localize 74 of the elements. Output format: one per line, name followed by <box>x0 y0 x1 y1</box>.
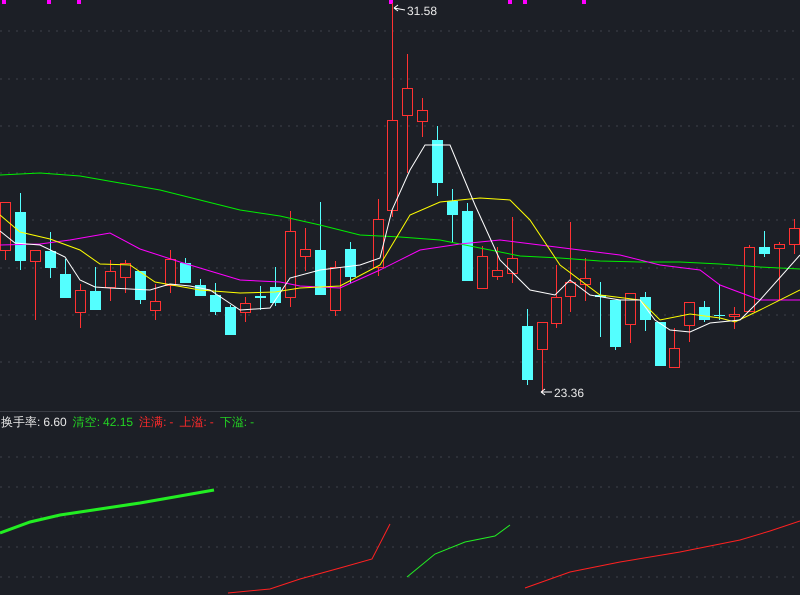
candlestick-icon <box>640 292 651 332</box>
indicator-value: 42.15 <box>103 414 134 431</box>
candlestick-icon <box>759 230 770 258</box>
candlestick-icon <box>30 250 41 320</box>
candlestick-icon <box>537 322 548 392</box>
candlestick-icon <box>15 192 26 270</box>
candlestick-icon <box>699 300 710 322</box>
candlestick-icon <box>0 202 11 260</box>
indicator-value: - <box>210 414 214 431</box>
candlestick-icon <box>684 302 695 342</box>
indicator-label: 换手率: <box>1 414 40 431</box>
candlestick-icon <box>714 284 725 320</box>
indicator-label: 下溢: <box>220 414 248 431</box>
candlestick-icon <box>402 54 413 174</box>
high-price-label: 31.58 <box>407 4 438 18</box>
low-price-label: 23.36 <box>554 386 584 400</box>
marker-icon <box>508 0 512 4</box>
candlestick-icon <box>285 210 296 308</box>
candlestick-icon <box>255 286 266 310</box>
candlestick-icon <box>625 292 636 344</box>
candlestick-icon <box>492 246 503 280</box>
candlestick-icon <box>270 266 281 306</box>
candlestick-icon <box>45 232 56 278</box>
candlestick-icon <box>729 306 740 330</box>
candlestick-icon <box>240 296 251 322</box>
indicator-value: - <box>169 414 174 431</box>
candlestick-icon <box>565 222 576 312</box>
candlestick-icon <box>655 322 666 366</box>
marker-icon <box>77 0 81 4</box>
candlestick-icon <box>580 258 591 302</box>
marker-icon <box>389 0 393 4</box>
candlestick-icon <box>595 282 606 338</box>
candlestick-icon <box>90 266 101 310</box>
candlestick-icon <box>75 284 86 328</box>
candlestick-icon <box>330 260 341 316</box>
marker-icon <box>523 0 527 4</box>
candlestick-icon <box>551 264 562 328</box>
candlestick-icon <box>432 126 443 196</box>
candlestick-icon <box>610 300 621 350</box>
indicator-value: - <box>250 414 254 431</box>
indicator-value: 6.60 <box>43 414 67 431</box>
candlestick-icon <box>522 308 533 386</box>
candlestick-icon <box>150 284 161 320</box>
candlestick-icon <box>345 242 356 284</box>
candlestick-icon <box>225 304 236 336</box>
pointer-arrow-icon <box>540 388 552 396</box>
candlestick-icon <box>477 246 488 289</box>
candlestick-icon <box>180 258 191 284</box>
candlestick-icon <box>195 278 206 296</box>
candlestick-icon <box>462 202 473 282</box>
candlestick-icon <box>387 2 398 218</box>
indicator-label: 清空: <box>72 414 100 431</box>
candlestick-icon <box>120 260 131 294</box>
indicator-label: 上溢: <box>179 414 207 431</box>
candlestick-icon <box>744 244 755 312</box>
candlestick-icon <box>315 202 326 296</box>
marker-icon <box>47 0 51 4</box>
pointer-arrow-icon <box>394 4 406 12</box>
marker-icon <box>2 0 6 4</box>
candlestick-icon <box>165 250 176 294</box>
marker-icon <box>582 0 586 4</box>
candlestick-icon <box>417 98 428 138</box>
indicator-label: 注满: <box>139 414 166 431</box>
candlestick-icon <box>60 258 71 298</box>
candlestick-icon <box>135 270 146 304</box>
candlestick-icon <box>669 328 680 368</box>
candlestick-icon <box>210 282 221 316</box>
candlestick-icon <box>507 216 518 284</box>
candlestick-icon <box>774 242 785 300</box>
candlestick-icon <box>447 188 458 244</box>
candlestick-icon <box>789 218 800 254</box>
candlestick-icon <box>300 228 311 272</box>
candlestick-icon <box>105 260 116 302</box>
candlestick-icon <box>373 198 384 276</box>
